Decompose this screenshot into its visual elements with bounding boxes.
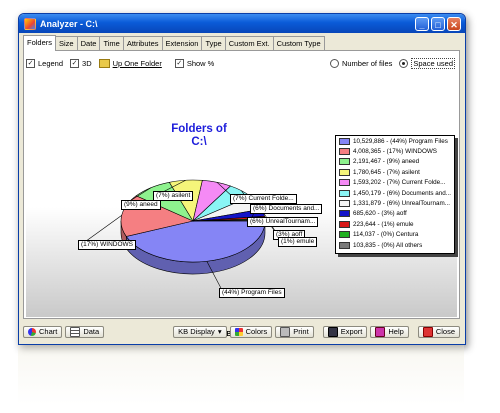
colors-label: Colors	[245, 327, 268, 336]
kb-display-dropdown[interactable]: KB Display ▾	[173, 326, 227, 338]
disk-icon	[327, 327, 338, 337]
folder-up-icon	[98, 58, 110, 68]
show-percent-checkbox[interactable]: ✓	[174, 58, 184, 68]
help-book-icon	[375, 327, 386, 337]
up-one-folder-label: Up One Folder	[112, 58, 162, 68]
legend-checkbox[interactable]: ✓	[26, 58, 35, 68]
space-used-radio[interactable]	[399, 58, 409, 68]
tab-custom-ext[interactable]: Custom Ext.	[224, 36, 274, 50]
title-bar[interactable]: Analyzer - C:\ _ □ ✕	[19, 14, 465, 33]
show-percent-option[interactable]: ✓ Show %	[174, 58, 215, 68]
close-icon	[422, 327, 433, 337]
help-label: Help	[388, 327, 404, 336]
window-reflection	[18, 345, 464, 405]
minimize-button[interactable]: _	[415, 16, 429, 31]
print-label: Print	[293, 327, 309, 336]
dropdown-arrow-icon: ▾	[217, 327, 222, 336]
analyzer-window: Analyzer - C:\ _ □ ✕ Folders Size Date T…	[18, 13, 466, 345]
folders-panel: ✓ Legend ✓ 3D Up One Folder ✓ Show % Num…	[23, 50, 460, 338]
export-button[interactable]: Export	[322, 326, 368, 338]
pie-data-label: (7%) Current Folde...	[230, 194, 297, 204]
bottom-toolbar: Chart Data KB Display ▾ Colors Print Exp…	[23, 324, 460, 340]
tab-strip: Folders Size Date Time Attributes Extens…	[23, 35, 325, 51]
tab-extension[interactable]: Extension	[161, 36, 203, 50]
pie-data-label: (44%) Program Files	[219, 288, 285, 298]
legend-option-label: Legend	[38, 58, 64, 68]
colors-button[interactable]: Colors	[229, 326, 273, 338]
tab-time[interactable]: Time	[99, 36, 124, 50]
maximize-button[interactable]: □	[431, 16, 445, 31]
3d-option[interactable]: ✓ 3D	[70, 58, 92, 68]
up-one-folder-button[interactable]: Up One Folder	[98, 58, 162, 68]
number-of-files-option[interactable]: Number of files	[329, 58, 393, 68]
pie-chart-icon	[28, 328, 36, 336]
pie-data-label: (9%) aneed	[121, 200, 161, 210]
3d-option-label: 3D	[82, 58, 92, 68]
number-of-files-radio[interactable]	[329, 58, 339, 68]
palette-icon	[234, 328, 243, 336]
pie-data-label: (17%) WINDOWS	[78, 240, 136, 250]
data-view-label: Data	[83, 327, 100, 336]
space-used-label: Space used	[411, 57, 455, 69]
data-view-button[interactable]: Data	[65, 326, 105, 338]
show-percent-label: Show %	[186, 58, 215, 68]
legend-option[interactable]: ✓ Legend	[26, 58, 64, 68]
close-window-button[interactable]: ✕	[447, 16, 461, 31]
3d-checkbox[interactable]: ✓	[70, 58, 80, 68]
tab-size[interactable]: Size	[55, 36, 78, 50]
chart-options: ✓ Legend ✓ 3D Up One Folder ✓ Show % Num…	[26, 54, 457, 72]
pie-data-label: (6%) UnrealTournam...	[247, 217, 319, 227]
close-button[interactable]: Close	[417, 326, 460, 338]
number-of-files-label: Number of files	[341, 58, 393, 68]
pie-data-label: (6%) Documents and...	[250, 204, 323, 214]
space-used-option[interactable]: Space used	[399, 57, 455, 69]
help-button[interactable]: Help	[370, 326, 409, 338]
print-button[interactable]: Print	[275, 326, 314, 338]
tab-date[interactable]: Date	[76, 36, 101, 50]
printer-icon	[280, 327, 291, 337]
chart-area: Folders of C:\ 10,529,886 - (44%) Progra…	[26, 73, 457, 338]
table-icon	[70, 327, 81, 337]
tab-folders[interactable]: Folders	[23, 35, 57, 51]
chart-view-label: Chart	[39, 327, 58, 336]
kb-display-label: KB Display	[178, 327, 215, 336]
chart-view-button[interactable]: Chart	[23, 326, 63, 338]
app-icon	[24, 17, 36, 30]
export-label: Export	[340, 327, 363, 336]
pie-data-label: (1%) emule	[278, 237, 318, 247]
tab-attributes[interactable]: Attributes	[122, 36, 163, 50]
window-title: Analyzer - C:\	[40, 18, 98, 29]
tab-custom-type[interactable]: Custom Type	[272, 36, 325, 50]
tab-type[interactable]: Type	[201, 36, 226, 50]
pie-data-label: (7%) asilent	[153, 191, 194, 201]
close-label: Close	[435, 327, 455, 336]
